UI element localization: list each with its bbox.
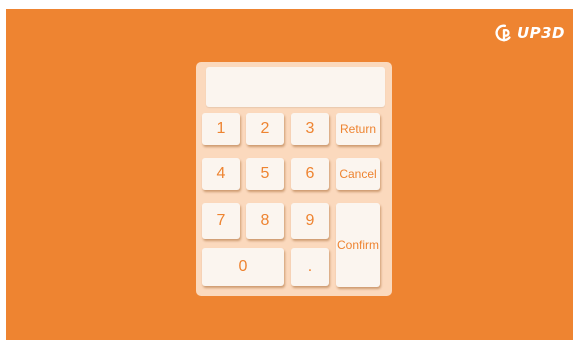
key-5[interactable]: 5 <box>246 158 284 190</box>
key-7[interactable]: 7 <box>202 203 240 239</box>
key-2[interactable]: 2 <box>246 113 284 145</box>
numeric-keypad: 1 2 3 Return 4 5 6 Cancel 7 8 9 Confirm … <box>196 62 392 296</box>
confirm-button[interactable]: Confirm <box>336 203 380 287</box>
key-decimal-point[interactable]: . <box>291 248 329 286</box>
key-6[interactable]: 6 <box>291 158 329 190</box>
keypad-display[interactable] <box>206 67 385 107</box>
up3d-logo-icon <box>495 24 511 42</box>
key-0[interactable]: 0 <box>202 248 284 286</box>
brand-logo-text: UP3D <box>516 23 565 42</box>
key-4[interactable]: 4 <box>202 158 240 190</box>
key-8[interactable]: 8 <box>246 203 284 239</box>
cancel-button[interactable]: Cancel <box>336 158 380 190</box>
key-3[interactable]: 3 <box>291 113 329 145</box>
key-9[interactable]: 9 <box>291 203 329 239</box>
brand-logo: UP3D <box>495 22 565 44</box>
return-button[interactable]: Return <box>336 113 380 145</box>
key-1[interactable]: 1 <box>202 113 240 145</box>
